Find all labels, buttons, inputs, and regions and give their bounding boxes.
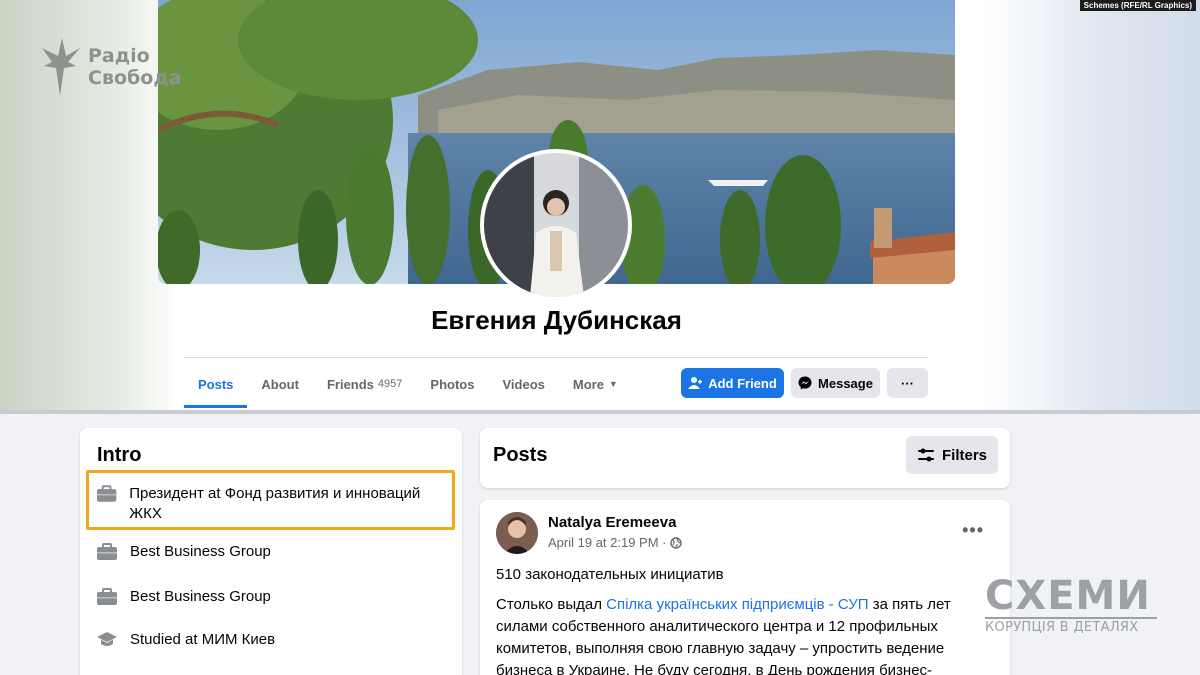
intro-item-work: Best Business Group bbox=[96, 587, 271, 607]
graphics-credit: Schemes (RFE/RL Graphics) bbox=[1079, 0, 1196, 11]
highlight-box bbox=[86, 470, 455, 530]
intro-item-education: Studied at МИМ Киев bbox=[96, 630, 275, 650]
briefcase-icon bbox=[97, 588, 117, 605]
post-meta: April 19 at 2:19 PM · bbox=[548, 535, 682, 550]
post-card: Natalya Eremeeva April 19 at 2:19 PM · •… bbox=[480, 500, 1010, 675]
radio-svoboda-logo: Радіо Свобода bbox=[42, 36, 182, 98]
tab-friends[interactable]: Friends 4957 bbox=[313, 360, 416, 408]
profile-avatar[interactable] bbox=[480, 149, 632, 301]
post-author-avatar[interactable] bbox=[496, 512, 538, 554]
caret-down-icon: ▼ bbox=[608, 379, 618, 389]
filters-button[interactable]: Filters bbox=[906, 436, 998, 474]
more-actions-button[interactable]: ··· bbox=[887, 368, 928, 398]
outlet-name-line1: Радіо bbox=[88, 45, 150, 67]
briefcase-icon bbox=[97, 543, 117, 560]
post-options-icon[interactable]: ••• bbox=[962, 520, 984, 541]
intro-item-work: Best Business Group bbox=[96, 542, 271, 562]
profile-tabs: Posts About Friends 4957 Photos Videos Mo… bbox=[184, 360, 632, 408]
posts-header-card: Posts Filters bbox=[480, 428, 1010, 488]
post-page-link[interactable]: Спілка українських підприємців - СУП bbox=[606, 596, 868, 613]
tab-videos[interactable]: Videos bbox=[488, 360, 558, 408]
post-author-name[interactable]: Natalya Eremeeva bbox=[548, 514, 676, 531]
post-date[interactable]: April 19 at 2:19 PM · bbox=[548, 535, 667, 550]
posts-title: Posts bbox=[493, 444, 548, 466]
post-headline: 510 законодательных инициатив bbox=[496, 566, 724, 583]
message-button[interactable]: Message bbox=[791, 368, 880, 398]
tab-photos[interactable]: Photos bbox=[416, 360, 488, 408]
tab-about[interactable]: About bbox=[247, 360, 313, 408]
filters-icon bbox=[917, 448, 934, 462]
add-friend-icon bbox=[688, 377, 703, 389]
tab-more[interactable]: More ▼ bbox=[559, 360, 632, 408]
radio-svoboda-mark-icon bbox=[42, 38, 80, 96]
outlet-name-line2: Свобода bbox=[88, 67, 182, 89]
profile-divider bbox=[184, 357, 928, 358]
profile-name: Евгения Дубинская bbox=[431, 305, 682, 335]
post-body: 510 законодательных инициатив Столько вы… bbox=[496, 564, 976, 675]
schemes-subtitle: КОРУПЦІЯ В ДЕТАЛЯХ bbox=[985, 617, 1157, 635]
post-paragraph: Столько выдал Спілка українських підприє… bbox=[496, 596, 951, 675]
messenger-icon bbox=[798, 376, 812, 390]
more-dots-icon: ··· bbox=[901, 375, 914, 391]
add-friend-button[interactable]: Add Friend bbox=[681, 368, 784, 398]
globe-icon bbox=[669, 536, 682, 549]
intro-title: Intro bbox=[97, 444, 142, 466]
friends-count: 4957 bbox=[377, 378, 403, 390]
graduation-cap-icon bbox=[97, 632, 117, 646]
schemes-logo: СХЕМИ КОРУПЦІЯ В ДЕТАЛЯХ bbox=[985, 575, 1157, 635]
intro-card: Intro Президент at Фонд развития и иннов… bbox=[80, 428, 462, 675]
tab-posts[interactable]: Posts bbox=[184, 360, 248, 408]
schemes-title: СХЕМИ bbox=[985, 573, 1151, 619]
